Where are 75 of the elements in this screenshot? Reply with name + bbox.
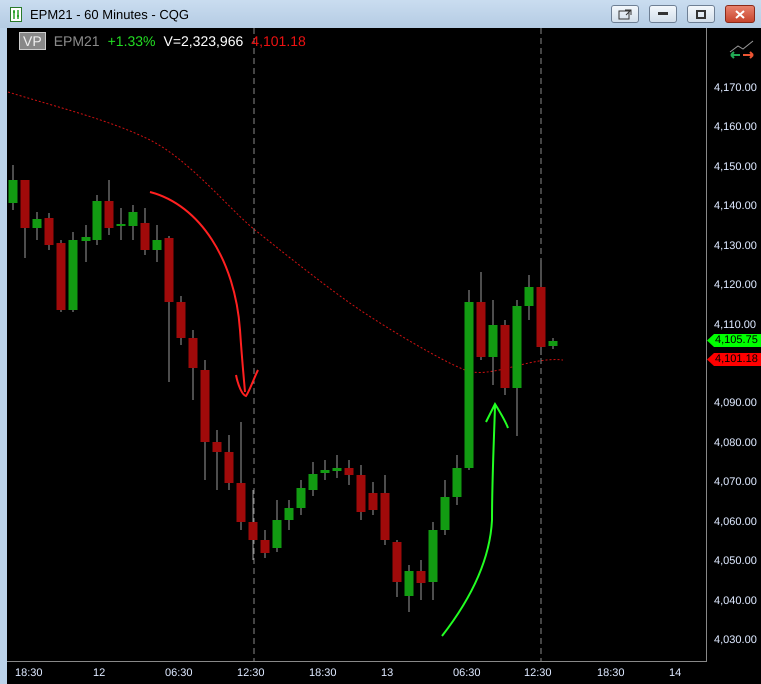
candlestick (176, 296, 186, 346)
detach-icon (618, 8, 632, 20)
symbol-label: EPM21 (54, 33, 100, 49)
price-label: 4,050.00 (714, 554, 757, 568)
restore-icon (696, 10, 706, 18)
price-label: 4,140.00 (714, 199, 757, 214)
close-button[interactable] (725, 5, 755, 23)
candlestick (224, 434, 234, 490)
time-label: 06:30 (453, 667, 481, 679)
candlestick (8, 164, 18, 210)
candlestick (260, 530, 270, 558)
candlestick (524, 274, 534, 320)
candlestick (272, 500, 282, 552)
time-label: 14 (669, 667, 682, 679)
trend-arrows-icon (729, 40, 755, 60)
volume-label: V=2,323,966 (163, 33, 244, 49)
candlestick (452, 454, 462, 506)
candlestick (212, 430, 222, 490)
window-title: EPM21 - 60 Minutes - CQG (30, 6, 190, 22)
candlestick (404, 564, 414, 612)
price-label: 4,060.00 (714, 514, 757, 529)
candlestick (82, 224, 90, 262)
candlestick (440, 480, 450, 536)
price-label: 4,090.00 (714, 396, 757, 410)
time-label: 18:30 (15, 667, 43, 679)
restore-button[interactable] (687, 5, 715, 23)
minimize-icon (658, 12, 668, 16)
candlestick (332, 454, 342, 478)
candlestick (284, 500, 294, 530)
price-marker: 4,101.18 (707, 353, 761, 366)
price-marker: 4,105.75 (707, 334, 761, 347)
change-percent: +1.33% (108, 33, 156, 49)
candlestick (368, 482, 378, 516)
candlestick (44, 212, 54, 250)
candlestick (92, 194, 102, 246)
price-label: 4,030.00 (714, 633, 757, 648)
detach-button[interactable] (611, 5, 639, 23)
price-label: 4,070.00 (714, 475, 757, 490)
price-label: 4,080.00 (714, 436, 757, 450)
candlestick (344, 460, 354, 486)
price-label: 4,130.00 (714, 238, 757, 253)
candlestick (392, 540, 402, 598)
candlestick (32, 212, 42, 240)
time-label: 12 (93, 667, 106, 679)
candlestick (128, 204, 138, 240)
time-label: 06:30 (165, 667, 193, 679)
candlestick (380, 474, 390, 546)
price-label: 4,110.00 (714, 318, 756, 332)
candlestick (116, 208, 126, 240)
time-label: 12:30 (524, 667, 552, 679)
candlestick (416, 560, 426, 600)
candlestick (356, 464, 366, 520)
chart-document-icon (10, 6, 22, 22)
candlestick (152, 224, 162, 262)
price-label: 4,170.00 (714, 81, 757, 95)
time-label: 12:30 (237, 667, 265, 679)
price-label: 4,160.00 (714, 120, 757, 134)
candlestick (320, 460, 330, 480)
volume-profile-badge[interactable]: VP (19, 32, 46, 50)
time-label: 18:30 (309, 667, 337, 679)
last-price: 4,101.18 (251, 33, 306, 49)
candlestick (296, 480, 306, 516)
candlestick (188, 330, 198, 400)
time-label: 18:30 (597, 667, 625, 679)
candlestick (140, 208, 150, 256)
minimize-button[interactable] (649, 5, 677, 23)
close-icon (735, 10, 745, 18)
price-label: 4,120.00 (714, 278, 757, 292)
candlestick (308, 462, 318, 496)
price-label: 4,150.00 (714, 160, 757, 174)
candlestick (104, 180, 114, 236)
candlestick (548, 338, 558, 350)
candlestick (248, 490, 258, 560)
time-label: 13 (381, 667, 394, 679)
price-label: 4,040.00 (714, 594, 757, 608)
